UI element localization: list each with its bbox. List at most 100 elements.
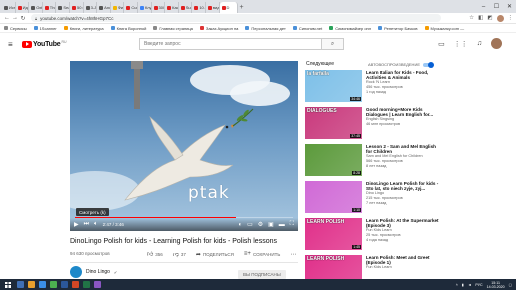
autoplay-toggle[interactable] (422, 61, 434, 68)
reload-icon[interactable]: ↻ (19, 15, 27, 22)
hamburger-menu-icon[interactable]: ≡ (8, 40, 22, 49)
tray-up-arrow-icon[interactable]: ˄ (456, 283, 458, 287)
clock[interactable]: 15:11 14.03.2020 (487, 281, 505, 289)
menu-dots-icon[interactable]: ⋮ (508, 15, 514, 21)
video-thumbnail[interactable]: 1:10 (305, 181, 362, 213)
url-field[interactable]: 🔒︎ youtube.com/watch?v=4h8hHGp7Cc (31, 14, 441, 22)
powerpoint-app-icon[interactable] (72, 281, 79, 288)
youtube-country-code: RU (61, 40, 67, 44)
bookmark-item[interactable]: Музыкалку.com — (424, 26, 464, 31)
language-indicator[interactable]: РУС (475, 283, 482, 287)
related-video-age: 4 года назад (366, 237, 389, 242)
browser-tab[interactable]: Истор (2, 2, 16, 13)
chrome-browser-icon[interactable] (50, 281, 57, 288)
browser-tab[interactable]: Andro (97, 2, 111, 13)
save-button[interactable]: ≡+ СОХРАНИТЬ (244, 251, 280, 257)
youtube-logo[interactable]: YouTube RU (22, 40, 67, 48)
forward-arrow-icon[interactable]: → (11, 15, 19, 21)
file-explorer-icon[interactable] (28, 281, 35, 288)
bookmark-item[interactable]: Сервисы (4, 26, 27, 31)
bookmark-item[interactable]: 1Scanner (33, 26, 57, 31)
browser-tab[interactable]: 300+ (152, 2, 166, 13)
miniplayer-icon[interactable]: ▣ (268, 221, 274, 228)
browser-tab[interactable]: 10.00 (192, 2, 206, 13)
bookmark-item[interactable]: Главная страница (153, 26, 193, 31)
start-button[interactable] (2, 279, 13, 290)
search-input[interactable] (140, 39, 321, 49)
apps-grid-icon[interactable]: ⋮⋮ (454, 40, 468, 48)
share-button[interactable]: ➦ ПОДЕЛИТЬСЯ (196, 251, 234, 258)
browser-tab[interactable]: Oxfor (29, 2, 43, 13)
browser-tab[interactable]: Succe (179, 2, 193, 13)
play-icon[interactable]: ▶ (74, 221, 79, 228)
back-arrow-icon[interactable]: ← (3, 15, 11, 21)
word-app-icon[interactable] (61, 281, 68, 288)
add-playlist-icon: ≡+ (243, 251, 251, 257)
profile-avatar[interactable] (496, 14, 504, 22)
bookmark-item[interactable]: Книги, литература (63, 26, 104, 31)
browser-tab[interactable]: Curso (124, 2, 138, 13)
related-video-item[interactable]: la farfalla 34:46 Learn Italian for Kids -… (305, 70, 443, 106)
channel-name[interactable]: Dino Lingo (86, 269, 110, 275)
app-icon[interactable] (94, 281, 101, 288)
settings-gear-icon[interactable]: ⚙ (258, 221, 263, 228)
next-icon[interactable]: ⏭ (84, 221, 89, 228)
extension-icon[interactable]: ◩ (487, 15, 492, 21)
subscribe-button[interactable]: ВЫ ПОДПИСАНЫ (238, 270, 286, 279)
new-tab-button[interactable]: + (238, 2, 246, 13)
bookmark-item[interactable]: Книга Воронной (110, 26, 146, 31)
tab-favicon-icon (58, 5, 63, 10)
notifications-icon[interactable]: ▢ (509, 283, 512, 287)
subtitles-icon[interactable]: ▭ (247, 221, 253, 228)
browser-tab[interactable]: 3-Jah (84, 2, 98, 13)
video-thumbnail[interactable]: LEARN POLISH 1:45 (305, 218, 362, 250)
theater-mode-icon[interactable]: ▬ (279, 222, 285, 228)
search-taskbar-icon[interactable] (17, 281, 24, 288)
video-thumbnail[interactable]: DIALOGUES 37:45 (305, 107, 362, 139)
close-icon[interactable]: ✕ (503, 0, 516, 13)
create-video-icon[interactable]: ▭ (438, 40, 445, 48)
notifications-bell-icon[interactable]: ♫ (477, 40, 482, 47)
tab-favicon-icon (126, 5, 131, 10)
more-actions-button[interactable]: ⋯ (290, 251, 296, 258)
bookmark-item[interactable]: Репетитор Бачков (378, 26, 418, 31)
browser-tab[interactable]: видео (206, 2, 220, 13)
search-button[interactable]: ⌕ (321, 39, 343, 49)
browser-tab[interactable]: Клуб (138, 2, 152, 13)
fullscreen-icon[interactable]: ⛶ (290, 221, 294, 228)
browser-tab[interactable]: 50 са (70, 2, 84, 13)
related-video-item[interactable]: 8:28 Lesson 2 - Sam and Mel English for C… (305, 144, 443, 180)
video-thumbnail[interactable]: 8:28 (305, 144, 362, 176)
edge-browser-icon[interactable] (39, 281, 46, 288)
browser-tab[interactable]: D (219, 2, 238, 13)
channel-avatar[interactable] (70, 266, 82, 278)
video-player[interactable]: ptak Смотреть (k) ▶ ⏭ 🔈︎ 2:47 / 3:46 ◐ ▭… (70, 61, 298, 231)
browser-tab[interactable]: Касп (165, 2, 179, 13)
related-video-item[interactable]: LEARN POLISH 1:45 Learn Polish: At the Sup… (305, 218, 443, 254)
bookmark-item[interactable]: Персональная дет (245, 25, 286, 31)
like-button[interactable]: 👍︎ 356 (147, 250, 163, 259)
excel-app-icon[interactable] (83, 281, 90, 288)
bookmark-item[interactable]: Заказ Аукцион на (199, 26, 238, 31)
star-icon[interactable]: ☆ (469, 15, 474, 21)
volume-icon[interactable]: 🔈︎ (94, 221, 98, 228)
maximize-icon[interactable]: ☐ (490, 0, 503, 13)
dislike-button[interactable]: 👎︎ 37 (173, 250, 186, 259)
related-video-item[interactable]: DIALOGUES 37:45 Good morning+More Kids Dia… (305, 107, 443, 143)
windows-taskbar: ˄ ▮ ◄ РУС 15:11 14.03.2020 ▢ (0, 279, 516, 290)
related-video-item[interactable]: 1:10 DinoLingo Learn Polish for kids - St… (305, 181, 443, 217)
video-thumbnail[interactable]: la farfalla 34:46 (305, 70, 362, 102)
bookmark-item[interactable]: Симонимайзер онл (329, 26, 371, 31)
browser-tab[interactable]: The U (43, 2, 57, 13)
account-avatar[interactable] (491, 38, 502, 49)
browser-tab[interactable]: Идеи (16, 2, 30, 13)
bookmark-label: Персональная дет (251, 25, 286, 31)
minimize-icon[interactable]: – (477, 0, 490, 13)
volume-tray-icon[interactable]: ◄ (468, 283, 472, 287)
network-icon[interactable]: ▮ (462, 283, 464, 287)
extension-icon[interactable]: ◧ (478, 15, 483, 21)
browser-tab[interactable]: Search (56, 2, 70, 13)
autoplay-toggle-icon[interactable]: ◐ (238, 222, 242, 228)
browser-tab[interactable]: Финан (111, 2, 125, 13)
bookmark-item[interactable]: Синоним.net (292, 26, 322, 31)
